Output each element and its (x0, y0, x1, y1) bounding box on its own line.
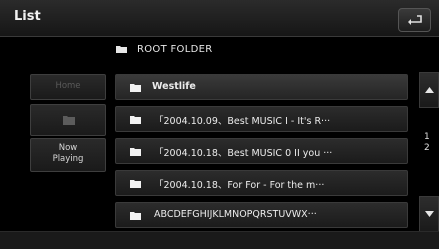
folder-browse-button[interactable] (30, 104, 106, 136)
back-button[interactable] (398, 8, 431, 32)
arrow-up-icon (425, 87, 434, 93)
return-arrow-icon (408, 15, 422, 25)
page-current: 1 (424, 132, 430, 142)
folder-icon (130, 180, 141, 188)
scroll-down-button[interactable] (419, 196, 439, 232)
list-item-label: 「2004.10.09、Best MUSIC I - It's R··· (154, 116, 331, 127)
folder-icon (130, 116, 141, 124)
list-item-label: 「2004.10.18、For For - For the m··· (154, 180, 325, 191)
folder-icon (130, 212, 141, 220)
now-playing-label: Now Playing (31, 143, 105, 165)
scroll-up-button[interactable] (419, 72, 439, 108)
title-bar: List (0, 0, 439, 37)
list-item[interactable]: ABCDEFGHIJKLMNOPQRSTUVWX··· (115, 202, 408, 228)
folder-icon (116, 46, 127, 53)
list-item[interactable]: 「2004.10.18、Best MUSIC 0 II you ··· (115, 138, 408, 164)
folder-icon (130, 148, 141, 156)
root-folder-header: ROOT FOLDER (116, 44, 212, 62)
bottom-bar (0, 231, 439, 249)
list-item-label: 「2004.10.18、Best MUSIC 0 II you ··· (154, 148, 333, 159)
list-item-label: ABCDEFGHIJKLMNOPQRSTUVWX··· (154, 209, 317, 220)
folder-icon (130, 84, 141, 92)
home-button[interactable]: Home (30, 74, 106, 100)
now-playing-line2: Playing (52, 154, 84, 164)
home-button-label: Home (55, 81, 81, 91)
list-item-label: Westlife (152, 81, 196, 92)
page-title: List (14, 9, 41, 24)
page-total: 2 (424, 143, 430, 153)
arrow-down-icon (425, 211, 434, 217)
list-item[interactable]: 「2004.10.09、Best MUSIC I - It's R··· (115, 106, 408, 132)
root-folder-label: ROOT FOLDER (137, 44, 213, 55)
now-playing-button[interactable]: Now Playing (30, 138, 106, 172)
page-indicator: 1 2 (424, 132, 430, 154)
folder-icon (63, 116, 75, 125)
list-item[interactable]: 「2004.10.18、For For - For the m··· (115, 170, 408, 196)
list-item[interactable]: Westlife (115, 74, 408, 100)
now-playing-line1: Now (58, 143, 78, 153)
